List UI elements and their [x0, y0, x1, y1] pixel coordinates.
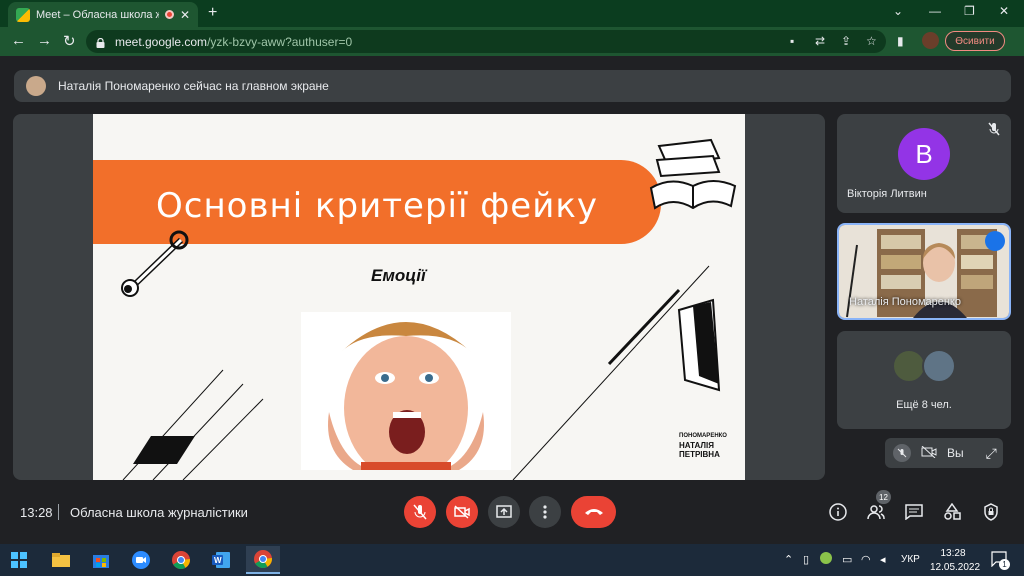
side-panel-icon[interactable]: ▮ [897, 34, 904, 48]
activities-button[interactable] [942, 502, 962, 522]
hang-up-icon [584, 509, 603, 515]
expand-icon[interactable]: ⤢ [986, 445, 997, 462]
forward-icon[interactable]: → [37, 32, 52, 49]
divider [58, 504, 59, 520]
more-vert-icon [543, 505, 547, 519]
books-decoration-icon [649, 138, 737, 210]
input-language[interactable]: УКР [901, 554, 920, 565]
tab-search-icon[interactable]: ⌄ [893, 4, 903, 18]
store-icon[interactable] [90, 549, 112, 571]
participant-name: Наталія Пономаренко [849, 296, 961, 308]
bookmark-star-icon[interactable]: ☆ [866, 34, 877, 48]
presenting-banner: Наталія Пономаренко сейчас на главном эк… [14, 70, 1011, 102]
participant-tile[interactable]: В Вікторія Литвин [837, 114, 1011, 213]
presenter-avatar [26, 76, 46, 96]
svg-text:W: W [214, 556, 222, 565]
sync-label: Өсивити [955, 35, 995, 47]
address-bar[interactable]: meet.google.com/yzk-bzvy-aww?authuser=0 [86, 30, 886, 53]
participant-avatar [892, 349, 926, 383]
word-icon[interactable]: W [210, 549, 232, 571]
translate-icon[interactable]: ⇄ [815, 34, 825, 48]
close-tab-icon[interactable]: ✕ [180, 8, 190, 22]
tray-chevron-icon[interactable]: ⌃ [784, 553, 793, 566]
battery-icon[interactable]: ▭ [842, 553, 852, 566]
muted-mic-icon [987, 122, 1001, 139]
self-camera-off-icon [921, 445, 937, 461]
close-window-icon[interactable]: ✕ [999, 4, 1009, 18]
meeting-clock: 13:28 [20, 505, 53, 520]
lock-icon [96, 37, 105, 48]
more-participants-tile[interactable]: Ещё 8 чел. [837, 331, 1011, 429]
participant-avatar [922, 349, 956, 383]
people-icon [867, 505, 885, 520]
file-explorer-icon[interactable] [50, 549, 72, 571]
end-call-button[interactable] [571, 496, 616, 528]
participant-tile-active[interactable]: Наталія Пономаренко [837, 223, 1011, 320]
slide-photo [301, 312, 511, 470]
chrome-active-icon[interactable] [246, 546, 280, 574]
new-tab-icon[interactable]: + [208, 4, 217, 22]
camera-in-use-icon[interactable]: ▪ [790, 34, 794, 48]
self-label: Вы [947, 446, 964, 460]
zoom-icon[interactable] [130, 549, 152, 571]
self-mic-off-icon [893, 444, 911, 462]
presentation-slide: Основні критерії фейку Емоції ПОНОМАРЕНК… [93, 114, 745, 480]
tab-strip: Meet – Обласна школа журналістики ✕ [0, 0, 1024, 27]
tab-title: Meet – Обласна школа журналістики [36, 8, 159, 21]
shield-lock-icon [984, 503, 998, 521]
recording-indicator-icon [164, 10, 174, 19]
slide-title: Основні критерії фейку [156, 186, 598, 226]
share-icon[interactable]: ⇪ [841, 34, 851, 48]
url-path: /yzk-bzvy-aww?authuser=0 [207, 34, 353, 49]
volume-icon[interactable]: ◂ [880, 553, 886, 566]
sync-button[interactable]: Өсивити [945, 31, 1005, 51]
wifi-icon[interactable]: ◠ [861, 553, 871, 566]
meeting-details-button[interactable] [828, 502, 848, 522]
host-controls-button[interactable] [981, 502, 1001, 522]
tab-meet[interactable]: Meet – Обласна школа журналістики ✕ [8, 2, 198, 27]
people-button[interactable] [866, 502, 886, 522]
present-button[interactable] [488, 496, 520, 528]
main-stage: Основні критерії фейку Емоції ПОНОМАРЕНК… [13, 114, 825, 480]
mic-toggle-button[interactable] [404, 496, 436, 528]
participant-avatar: В [898, 128, 950, 180]
meeting-name: Обласна школа журналістики [70, 505, 248, 520]
participants-count-badge: 12 [876, 490, 891, 504]
url-host: meet.google.com [115, 34, 208, 49]
mic-off-icon [413, 504, 427, 520]
notification-count-badge: 1 [999, 559, 1010, 570]
chat-button[interactable] [904, 502, 924, 522]
slide-brand-logo: ПОНОМАРЕНКО НАТАЛІЯ ПЕТРІВНА [679, 433, 727, 459]
back-icon[interactable]: ← [11, 32, 26, 49]
windows-start-icon[interactable] [8, 549, 30, 571]
activities-icon [944, 503, 961, 520]
present-screen-icon [496, 505, 512, 518]
more-options-button[interactable] [529, 496, 561, 528]
participant-name: Вікторія Литвин [847, 188, 927, 200]
minimize-icon[interactable]: — [929, 4, 941, 18]
chat-icon [905, 504, 923, 520]
self-view-bar[interactable]: Вы ⤢ [885, 438, 1003, 468]
system-clock[interactable]: 13:28 12.05.2022 [930, 547, 980, 575]
camera-off-icon [454, 505, 470, 519]
chrome-icon[interactable] [170, 549, 192, 571]
reload-icon[interactable]: ↻ [63, 32, 76, 50]
restore-icon[interactable]: ❐ [964, 4, 975, 18]
profile-avatar[interactable] [922, 32, 939, 49]
speaking-indicator-icon [985, 231, 1005, 251]
tray-device-icon[interactable]: ▯ [803, 553, 809, 566]
more-participants-label: Ещё 8 чел. [896, 399, 952, 411]
info-icon [829, 503, 847, 521]
camera-toggle-button[interactable] [446, 496, 478, 528]
meet-favicon-icon [16, 7, 30, 22]
banner-text: Наталія Пономаренко сейчас на главном эк… [58, 79, 329, 93]
tray-app-icon[interactable] [820, 552, 832, 564]
